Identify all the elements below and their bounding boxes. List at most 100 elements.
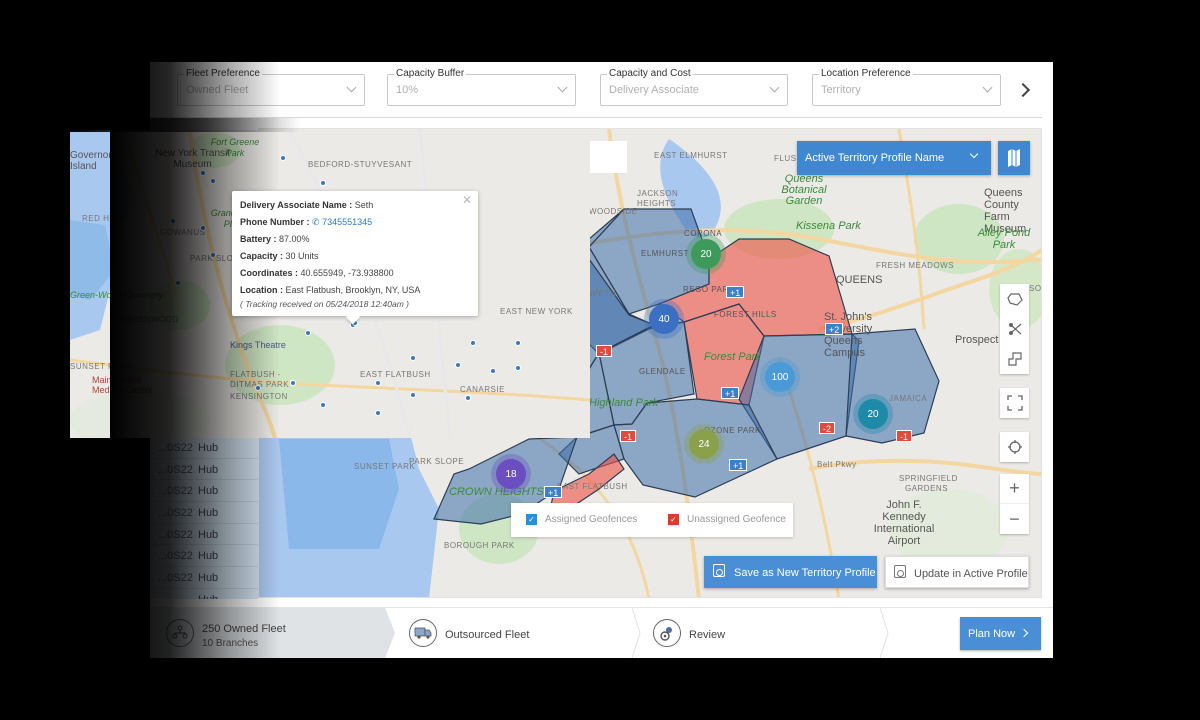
associate-marker[interactable] xyxy=(515,365,521,371)
map-label: EAST NEW YORK xyxy=(500,307,573,316)
change-badge-plus[interactable]: +1 xyxy=(729,459,748,471)
associate-marker[interactable] xyxy=(210,252,216,258)
cluster-marker[interactable]: 20 xyxy=(858,399,888,429)
chevron-right-icon[interactable] xyxy=(1016,82,1030,98)
associate-marker[interactable] xyxy=(375,410,381,416)
cluster-marker[interactable]: 18 xyxy=(496,459,526,489)
map-label: EAST FLATBUSH xyxy=(360,370,431,379)
map-view-toggle-button[interactable] xyxy=(998,141,1030,175)
location-preference-select[interactable]: Location Preference Territory xyxy=(812,68,1001,106)
associate-marker[interactable] xyxy=(210,178,216,184)
map-label: GOWANUS xyxy=(160,228,206,237)
associate-marker[interactable] xyxy=(255,385,261,391)
associate-marker[interactable] xyxy=(320,180,326,186)
map-label: RED HOOK xyxy=(82,214,129,223)
capacity-cost-select[interactable]: Capacity and Cost Delivery Associate xyxy=(600,68,788,106)
phone-link[interactable]: 7345551345 xyxy=(322,217,372,227)
close-icon[interactable]: ✕ xyxy=(462,193,472,207)
associate-marker[interactable] xyxy=(290,380,296,386)
table-row[interactable]: ...0S22 Hub xyxy=(150,502,258,524)
coordinates-row: Coordinates : 40.655949, -73.938800 xyxy=(240,265,470,282)
cluster-marker[interactable]: 40 xyxy=(649,304,679,334)
associate-marker[interactable] xyxy=(455,362,461,368)
associate-marker[interactable] xyxy=(470,340,476,346)
split-geofence-button[interactable] xyxy=(1000,314,1029,344)
checkbox-checked-icon[interactable]: ✓ xyxy=(526,514,537,525)
change-badge-minus[interactable]: -1 xyxy=(896,430,913,442)
map-label: Kissena Park xyxy=(796,220,861,232)
zoom-in-button[interactable]: + xyxy=(1000,474,1029,504)
associate-marker[interactable] xyxy=(465,395,471,401)
associate-marker[interactable] xyxy=(515,340,521,346)
merge-geofence-button[interactable] xyxy=(1000,344,1029,374)
table-row[interactable]: ...0S22 Hub xyxy=(150,437,258,459)
associate-marker[interactable] xyxy=(170,218,176,224)
chevron-down-icon xyxy=(969,149,979,159)
change-badge-minus[interactable]: -2 xyxy=(819,422,836,434)
merge-icon xyxy=(1007,352,1022,366)
phone-label: Phone Number : xyxy=(240,217,310,227)
table-row[interactable]: ...0S22 Hub xyxy=(150,567,258,589)
change-badge-plus[interactable]: +1 xyxy=(721,387,740,399)
associate-marker[interactable] xyxy=(375,380,381,386)
hub-type: Hub xyxy=(198,463,219,476)
table-row[interactable]: ...0S22 Hub xyxy=(150,480,258,503)
associate-marker[interactable] xyxy=(200,225,206,231)
legend-assigned[interactable]: ✓ Assigned Geofences xyxy=(526,514,637,525)
associate-marker[interactable] xyxy=(490,368,496,374)
draw-polygon-button[interactable] xyxy=(1000,284,1029,314)
checkbox-checked-icon[interactable]: ✓ xyxy=(668,514,679,525)
cluster-count: 18 xyxy=(505,468,517,480)
crosshair-icon xyxy=(1007,440,1022,454)
map-label: JACKSON HEIGHTS xyxy=(637,189,679,208)
table-row[interactable]: ...0S22 Hub xyxy=(150,459,258,481)
phone-row: Phone Number : ✆ 7345551345 xyxy=(240,214,470,231)
associate-marker[interactable] xyxy=(305,330,311,336)
territory-profile-select[interactable]: Active Territory Profile Name xyxy=(797,141,991,175)
minus-icon: − xyxy=(1009,508,1020,529)
save-new-profile-label: Save as New Territory Profile xyxy=(734,567,876,579)
locate-button[interactable] xyxy=(1000,432,1029,462)
screen: Fleet Preference Owned Fleet Capacity Bu… xyxy=(0,0,1200,720)
fleet-preference-select[interactable]: Fleet Preference Owned Fleet xyxy=(177,68,365,106)
associate-name-row: Delivery Associate Name : Seth xyxy=(240,197,470,214)
cluster-marker[interactable]: 100 xyxy=(765,362,795,392)
cluster-count: 24 xyxy=(698,438,710,450)
associate-marker[interactable] xyxy=(410,355,416,361)
cluster-marker[interactable]: 24 xyxy=(689,429,719,459)
change-badge-minus[interactable]: -1 xyxy=(620,430,637,442)
associate-marker[interactable] xyxy=(200,170,206,176)
update-active-profile-label: Update in Active Profile xyxy=(914,568,1028,580)
table-row[interactable]: ...0S22 Hub xyxy=(150,545,258,568)
coordinates-label: Coordinates : xyxy=(240,268,299,278)
hub-code: ...0S22 xyxy=(158,463,193,476)
plan-now-button[interactable]: Plan Now xyxy=(960,617,1041,650)
map-search-box[interactable] xyxy=(590,141,627,173)
hub-code: ...0S22 xyxy=(158,550,193,563)
step-owned-fleet-subtitle: 10 Branches xyxy=(202,638,259,649)
chevron-down-icon xyxy=(769,82,780,93)
capacity-buffer-select[interactable]: Capacity Buffer 10% xyxy=(387,68,576,106)
change-badge-minus[interactable]: -1 xyxy=(596,345,613,357)
capacity-buffer-label: Capacity Buffer xyxy=(394,68,467,80)
change-badge-plus[interactable]: +1 xyxy=(726,286,745,298)
legend-unassigned[interactable]: ✓ Unassigned Geofence xyxy=(668,514,786,525)
associate-marker[interactable] xyxy=(320,402,326,408)
fullscreen-button[interactable] xyxy=(1000,388,1029,418)
change-badge-plus[interactable]: +1 xyxy=(544,486,563,498)
associate-marker[interactable] xyxy=(175,280,181,286)
map-label: ELMHURST xyxy=(641,249,690,258)
table-row[interactable]: Hub xyxy=(150,589,258,599)
cluster-marker[interactable]: 20 xyxy=(691,239,721,269)
save-icon xyxy=(894,565,906,578)
update-active-profile-button[interactable]: Update in Active Profile xyxy=(885,556,1029,588)
chevron-down-icon xyxy=(557,82,568,93)
hub-type: Hub xyxy=(198,594,218,599)
table-row[interactable]: ...0S22 Hub xyxy=(150,524,258,546)
save-new-profile-button[interactable]: Save as New Territory Profile xyxy=(704,556,877,588)
zoom-out-button[interactable]: − xyxy=(1000,504,1029,534)
hub-table: ...0S22 Hub ...0S22 Hub ...0S22 Hub ...0S22… xyxy=(150,437,258,599)
change-badge-plus[interactable]: +2 xyxy=(825,323,844,335)
associate-marker[interactable] xyxy=(280,155,286,161)
associate-marker[interactable] xyxy=(410,392,416,398)
